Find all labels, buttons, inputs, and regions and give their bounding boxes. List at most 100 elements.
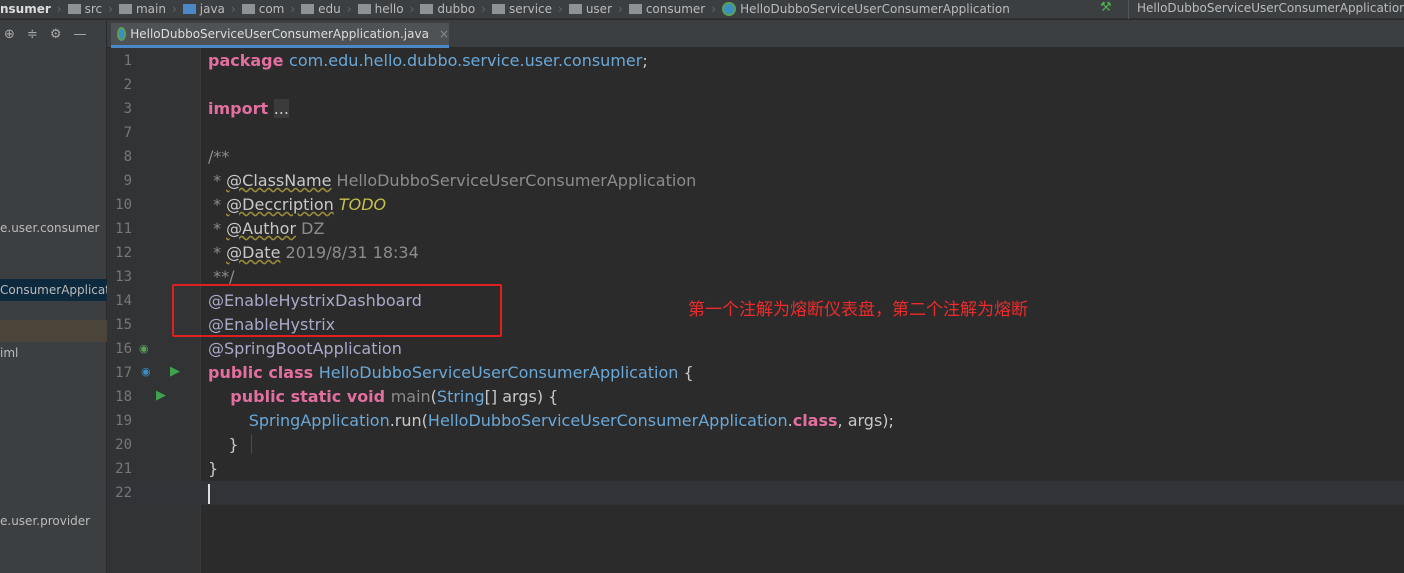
- locate-icon[interactable]: ⊕: [4, 27, 15, 42]
- run-configuration-select[interactable]: HelloDubboServiceUserConsumerApplication: [1128, 0, 1404, 19]
- breadcrumb-item[interactable]: main: [115, 2, 170, 16]
- code-token: }: [208, 435, 239, 454]
- project-sidebar: ⊕ ≑ ⚙ — e.user.consumer ConsumerApplicati…: [0, 20, 107, 573]
- close-tab-icon[interactable]: ×: [439, 27, 449, 41]
- line-number: 22: [115, 485, 132, 501]
- code-line[interactable]: * @Deccription TODO: [208, 193, 386, 217]
- line-number: 16: [115, 341, 132, 357]
- breadcrumb-separator: ›: [290, 2, 296, 16]
- code-token: class: [792, 411, 838, 430]
- build-hammer-icon[interactable]: ⚒: [1100, 0, 1112, 15]
- code-line[interactable]: * @Author DZ: [208, 217, 324, 241]
- text-cursor: [208, 483, 210, 504]
- breadcrumb-label: edu: [318, 2, 341, 16]
- code-line[interactable]: import ...: [208, 97, 289, 121]
- breadcrumb-item[interactable]: consumer: [625, 2, 709, 16]
- code-token: 2019/8/31 18:34: [280, 243, 419, 262]
- code-token: [] args) {: [484, 387, 559, 406]
- code-line[interactable]: package com.edu.hello.dubbo.service.user…: [208, 49, 648, 73]
- spring-class-icon[interactable]: ◉: [141, 365, 151, 378]
- code-line[interactable]: /**: [208, 145, 229, 169]
- tab-main-java[interactable]: HelloDubboServiceUserConsumerApplication…: [111, 23, 449, 48]
- sidebar-item[interactable]: e.user.consumer: [0, 217, 107, 239]
- code-line[interactable]: * @ClassName HelloDubboServiceUserConsum…: [208, 169, 696, 193]
- code-token: DZ: [296, 219, 325, 238]
- folder-icon: [628, 4, 642, 14]
- line-number: 2: [123, 77, 132, 93]
- breadcrumb-separator: ›: [108, 2, 113, 16]
- code-line[interactable]: public static void main(String[] args) {: [208, 385, 558, 409]
- line-number: 9: [123, 173, 132, 189]
- breadcrumb-label: java: [199, 2, 225, 16]
- breadcrumb-label: consumer: [645, 2, 706, 16]
- folder-icon: [492, 4, 506, 14]
- editor-tabs: HelloDubboServiceUserConsumerApplication…: [107, 20, 1404, 48]
- spring-bean-icon[interactable]: ◉: [139, 342, 149, 355]
- line-number: 21: [115, 461, 132, 477]
- sidebar-item[interactable]: e.user.provider: [0, 510, 107, 532]
- breadcrumb-label: user: [585, 2, 613, 16]
- code-token: public static void: [208, 387, 391, 406]
- breadcrumb-item[interactable]: nsumer: [0, 2, 55, 16]
- breadcrumb-item[interactable]: java: [179, 2, 229, 16]
- hide-icon[interactable]: —: [73, 27, 86, 42]
- sidebar-item[interactable]: iml: [0, 342, 107, 364]
- folder-icon: [357, 4, 371, 14]
- breadcrumb-label: nsumer: [0, 2, 51, 16]
- breadcrumb-item[interactable]: user: [565, 2, 616, 16]
- sidebar-item[interactable]: ConsumerApplicati: [0, 279, 107, 301]
- code-line[interactable]: * @Date 2019/8/31 18:34: [208, 241, 419, 265]
- breadcrumb-item[interactable]: edu: [297, 2, 345, 16]
- breadcrumb-item[interactable]: com: [238, 2, 289, 16]
- line-number: 3: [123, 101, 132, 117]
- code-token: {: [678, 363, 694, 382]
- line-number: 10: [115, 197, 132, 213]
- code-line[interactable]: SpringApplication.run(HelloDubboServiceU…: [208, 409, 894, 433]
- folder-icon: [420, 4, 434, 14]
- code-line[interactable]: [208, 481, 210, 505]
- line-number: 11: [115, 221, 132, 237]
- line-number: 1: [123, 53, 132, 69]
- breadcrumb-label: com: [258, 2, 285, 16]
- line-number: 12: [115, 245, 132, 261]
- code-token: HelloDubboServiceUserConsumerApplication: [318, 363, 679, 382]
- breadcrumb-separator: ›: [711, 2, 717, 16]
- code-line[interactable]: }: [208, 433, 239, 457]
- run-class-icon[interactable]: ▶: [170, 364, 180, 379]
- code-line[interactable]: public class HelloDubboServiceUserConsum…: [208, 361, 694, 385]
- current-line-highlight: [107, 481, 1404, 505]
- run-main-icon[interactable]: ▶: [156, 388, 166, 403]
- breadcrumb-label: hello: [374, 2, 404, 16]
- code-token: import: [208, 99, 274, 118]
- folder-icon: [118, 4, 132, 14]
- code-token: @SpringBootApplication: [208, 339, 402, 358]
- breadcrumb-item[interactable]: HelloDubboServiceUserConsumerApplication: [718, 2, 1014, 16]
- breadcrumb-item[interactable]: service: [488, 2, 556, 16]
- breadcrumb-item[interactable]: dubbo: [416, 2, 479, 16]
- code-token: *: [208, 171, 227, 190]
- line-number: 17: [115, 365, 132, 381]
- breadcrumb-label: main: [135, 2, 166, 16]
- sidebar-toolbar: ⊕ ≑ ⚙ —: [0, 20, 106, 48]
- breadcrumb-separator: ›: [409, 2, 415, 16]
- collapse-icon[interactable]: ≑: [27, 27, 38, 42]
- code-token: package: [208, 51, 290, 70]
- code-token: public class: [208, 363, 319, 382]
- folder-icon: [301, 4, 315, 14]
- class-icon: [117, 27, 127, 41]
- breadcrumb-separator: ›: [230, 2, 236, 16]
- breadcrumb-label: dubbo: [437, 2, 476, 16]
- code-token: , args);: [837, 411, 894, 430]
- tab-label: HelloDubboServiceUserConsumerApplication…: [130, 27, 429, 41]
- breadcrumb-item[interactable]: src: [64, 2, 107, 16]
- breadcrumb-item[interactable]: hello: [354, 2, 408, 16]
- code-line[interactable]: }: [208, 457, 218, 481]
- code-token: ...: [273, 99, 289, 118]
- folder-icon: [568, 4, 582, 14]
- code-line[interactable]: @SpringBootApplication: [208, 337, 402, 361]
- code-token: @ClassName: [226, 171, 332, 190]
- class-icon: [722, 2, 737, 16]
- breadcrumb-separator: ›: [618, 2, 623, 16]
- gear-icon[interactable]: ⚙: [50, 27, 62, 42]
- breadcrumb-label: src: [84, 2, 103, 16]
